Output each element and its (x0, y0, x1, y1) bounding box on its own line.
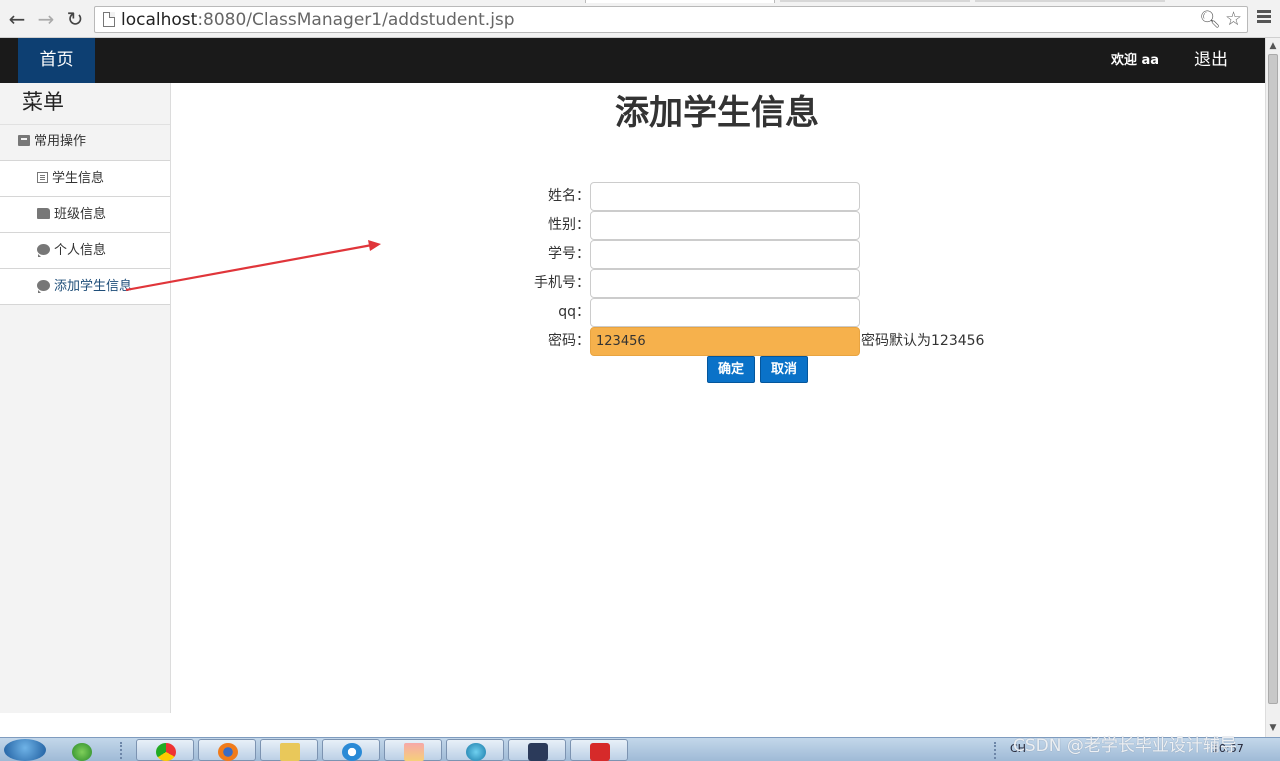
tray-grip (994, 742, 998, 759)
sidebar-item-label: 添加学生信息 (54, 279, 133, 294)
firefox-icon (218, 743, 238, 761)
hamburger-menu-icon[interactable] (1255, 8, 1273, 26)
taskbar-app-media[interactable] (384, 739, 442, 761)
taskbar-app-people[interactable] (52, 739, 110, 761)
page-scrollbar[interactable]: ▲ ▼ (1265, 38, 1280, 737)
taskbar-app-firefox[interactable] (198, 739, 256, 761)
form-row-qq: qq： (511, 298, 1011, 327)
list-icon (37, 172, 48, 183)
taskbar-app-chrome[interactable] (136, 739, 194, 761)
csdn-watermark: CSDN @老学长毕业设计辅导 (1013, 736, 1237, 756)
start-button-icon[interactable] (4, 739, 46, 761)
page-title: 添加学生信息 (615, 93, 819, 133)
chrome-icon (156, 743, 176, 761)
globe-icon (466, 743, 486, 761)
password-label: 密码： (548, 333, 590, 349)
form-row-name: 姓名： (511, 182, 1011, 211)
group-icon (37, 208, 50, 219)
taskbar-app-tomcat[interactable] (570, 739, 628, 761)
form-row-student-id: 学号： (511, 240, 1011, 269)
sidebar-group-label: 常用操作 (34, 134, 87, 149)
student-id-input[interactable] (590, 240, 860, 269)
reload-icon[interactable]: ↻ (64, 8, 86, 30)
sidebar-item-student-info[interactable]: 学生信息 (0, 161, 170, 197)
sidebar-item-label: 班级信息 (54, 207, 107, 222)
name-input[interactable] (590, 182, 860, 211)
taskbar-app-eclipse[interactable] (508, 739, 566, 761)
address-bar[interactable]: localhost:8080/ClassManager1/addstudent.… (94, 6, 1248, 33)
tomcat-icon (590, 743, 610, 761)
taskbar-app-network[interactable] (446, 739, 504, 761)
address-url[interactable]: localhost:8080/ClassManager1/addstudent.… (121, 9, 515, 31)
sidebar-item-add-student[interactable]: 添加学生信息 (0, 269, 170, 305)
magnifier-icon[interactable]: 🔍︎ (1199, 10, 1221, 30)
gender-label: 性别： (548, 217, 590, 233)
back-arrow-icon[interactable]: ← (6, 8, 28, 30)
url-path: :8080/ClassManager1/addstudent.jsp (197, 10, 515, 30)
welcome-text: 欢迎 aa (1111, 53, 1160, 68)
sidebar-item-label: 个人信息 (54, 243, 107, 258)
browser-tab[interactable] (780, 0, 970, 2)
confirm-button[interactable]: 确定 (707, 356, 755, 383)
browser-toolbar: ← → ↻ localhost:8080/ClassManager1/addst… (0, 0, 1280, 38)
sidebar-item-personal-info[interactable]: 个人信息 (0, 233, 170, 269)
logout-link[interactable]: 退出 (1194, 38, 1228, 83)
url-host: localhost (121, 10, 198, 30)
browser-tab[interactable] (975, 0, 1165, 2)
chat-icon (37, 280, 50, 293)
cancel-button[interactable]: 取消 (760, 356, 808, 383)
sidebar-item-class-info[interactable]: 班级信息 (0, 197, 170, 233)
password-hint: 密码默认为123456 (861, 333, 985, 349)
sidebar-group-header[interactable]: 常用操作 (0, 125, 170, 161)
phone-label: 手机号： (534, 275, 590, 291)
tab-strip (0, 0, 1280, 3)
user-card-icon (18, 135, 30, 146)
form-row-gender: 性别： (511, 211, 1011, 240)
taskbar-app-explorer[interactable] (260, 739, 318, 761)
media-app-icon (404, 743, 424, 761)
scroll-down-arrow-icon[interactable]: ▼ (1266, 722, 1280, 734)
taskbar-grip (120, 742, 124, 759)
people-app-icon (72, 743, 92, 761)
password-input[interactable] (590, 327, 860, 356)
form-row-phone: 手机号： (511, 269, 1011, 298)
scroll-thumb[interactable] (1268, 54, 1278, 704)
sidebar-item-label: 学生信息 (52, 171, 105, 186)
page-icon (103, 12, 115, 27)
browser-tab-active[interactable] (585, 0, 775, 3)
name-label: 姓名： (548, 188, 590, 204)
folder-icon (280, 743, 300, 761)
qq-input[interactable] (590, 298, 860, 327)
qq-label: qq： (558, 304, 590, 320)
app-navbar: 首页 欢迎 aa 退出 (0, 38, 1265, 83)
bookmark-star-icon[interactable]: ☆ (1225, 8, 1242, 30)
ide-app-icon (528, 743, 548, 761)
sidebar: 菜单 常用操作 学生信息 班级信息 个人信息 添加学生信息 (0, 83, 171, 713)
gender-input[interactable] (590, 211, 860, 240)
phone-input[interactable] (590, 269, 860, 298)
forward-arrow-icon[interactable]: → (35, 8, 57, 30)
nav-home-link[interactable]: 首页 (18, 38, 95, 83)
student-id-label: 学号： (548, 246, 590, 262)
form-row-password: 密码： 密码默认为123456 (511, 327, 1011, 356)
main-content: 添加学生信息 姓名： 性别： 学号： 手机号： qq： 密码： 密码默认为123… (171, 83, 1265, 713)
internet-explorer-icon (342, 743, 362, 761)
scroll-up-arrow-icon[interactable]: ▲ (1266, 40, 1280, 52)
taskbar-app-ie[interactable] (322, 739, 380, 761)
chat-icon (37, 244, 50, 257)
sidebar-title: 菜单 (0, 83, 170, 125)
